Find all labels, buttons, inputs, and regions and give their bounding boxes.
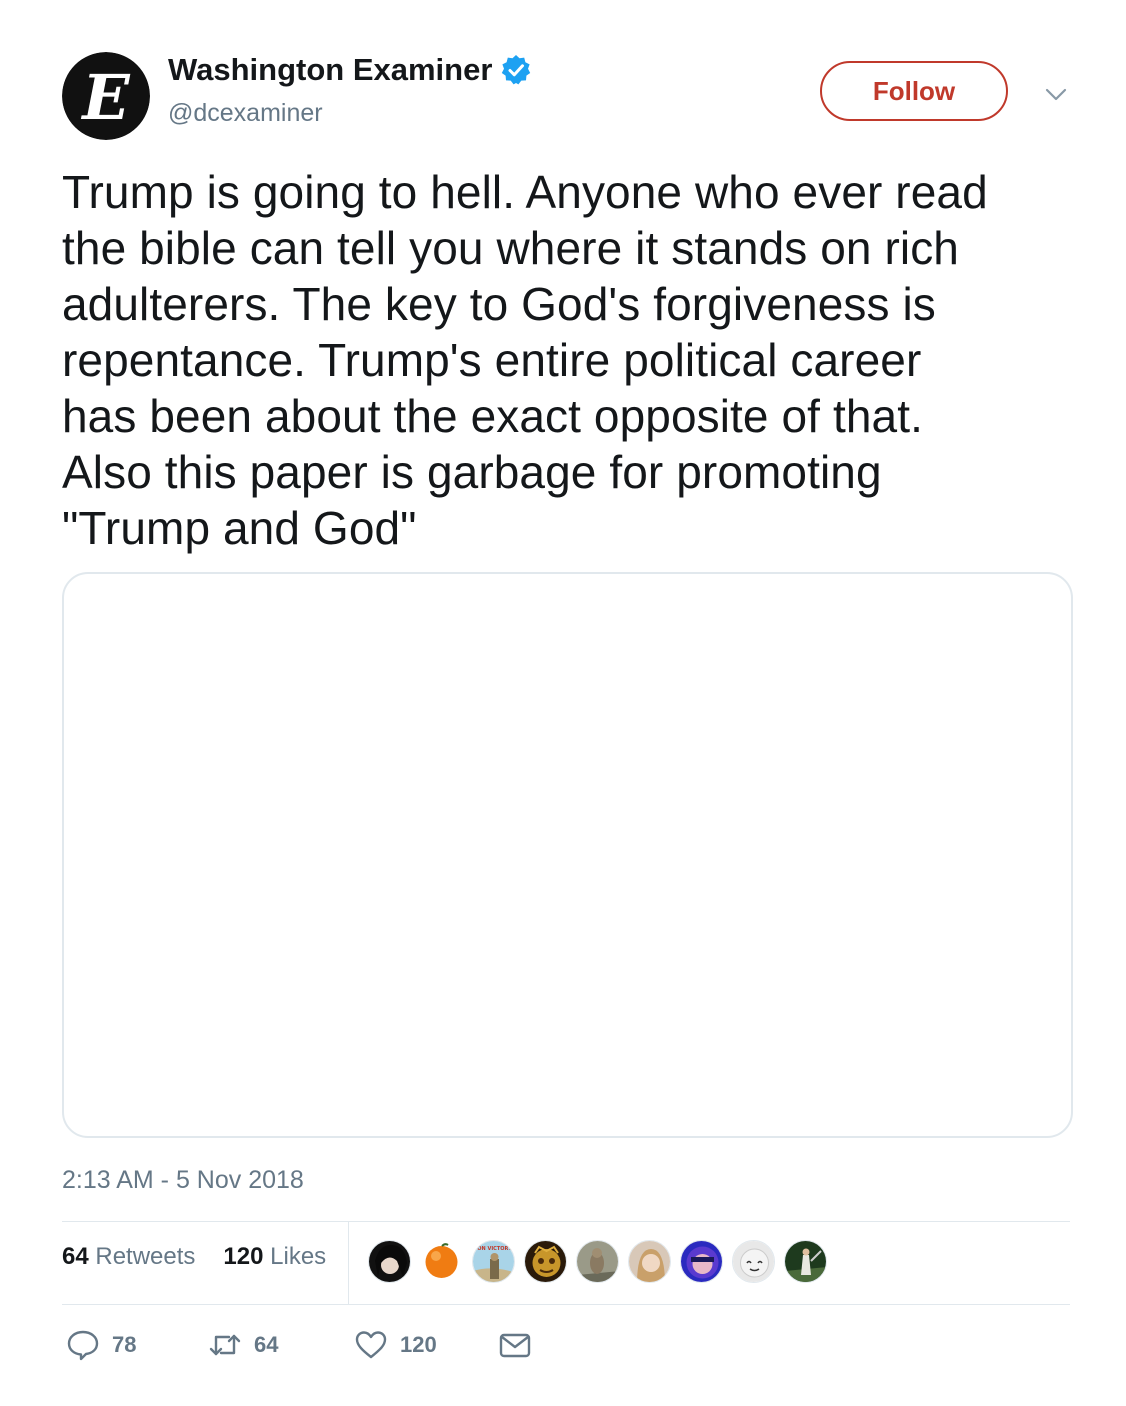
direct-message-action[interactable] xyxy=(498,1328,532,1362)
tweet-text: Trump is going to hell. Anyone who ever … xyxy=(62,166,988,554)
engagement-stats: 64 Retweets 120 Likes xyxy=(62,1243,326,1271)
avatar-letter: E xyxy=(80,61,130,134)
avatar[interactable]: E xyxy=(62,52,150,140)
handle[interactable]: @dcexaminer xyxy=(168,99,323,128)
envelope-icon xyxy=(499,1333,531,1358)
retweets-stat[interactable]: 64 Retweets xyxy=(62,1243,195,1270)
liker-avatar[interactable] xyxy=(368,1240,411,1283)
likes-label: Likes xyxy=(270,1243,327,1270)
liker-avatar[interactable] xyxy=(732,1240,775,1283)
display-name-row[interactable]: Washington Examiner xyxy=(168,52,532,88)
reply-action[interactable]: 78 xyxy=(66,1328,136,1362)
liker-avatar[interactable] xyxy=(784,1240,827,1283)
retweet-count: 64 xyxy=(254,1332,279,1357)
like-count: 120 xyxy=(400,1332,437,1357)
liker-avatar[interactable] xyxy=(524,1240,567,1283)
liker-avatar[interactable]: ON VICTORY xyxy=(472,1240,515,1283)
retweet-action[interactable]: 64 xyxy=(208,1328,278,1362)
likers-avatars: ON VICTORY xyxy=(368,1240,827,1283)
like-action[interactable]: 120 xyxy=(354,1328,437,1362)
reply-icon xyxy=(67,1330,99,1361)
media-card[interactable] xyxy=(62,572,1073,1138)
chevron-down-icon[interactable] xyxy=(1042,80,1070,108)
likes-count: 120 xyxy=(223,1243,264,1270)
liker-avatar[interactable] xyxy=(576,1240,619,1283)
display-name[interactable]: Washington Examiner xyxy=(168,52,492,88)
liker-avatar[interactable] xyxy=(628,1240,671,1283)
divider xyxy=(62,1221,1070,1222)
verified-badge-icon xyxy=(502,55,531,85)
washington-examiner-logo-icon: E xyxy=(62,52,150,140)
heart-icon xyxy=(355,1331,387,1359)
retweets-count: 64 xyxy=(62,1243,89,1270)
likes-stat[interactable]: 120 Likes xyxy=(223,1243,326,1270)
reply-count: 78 xyxy=(112,1332,137,1357)
follow-button[interactable]: Follow xyxy=(820,61,1008,121)
liker-avatar[interactable] xyxy=(680,1240,723,1283)
retweets-label: Retweets xyxy=(95,1243,196,1270)
victory-text: ON VICTORY xyxy=(477,1246,512,1252)
tweet-timestamp[interactable]: 2:13 AM - 5 Nov 2018 xyxy=(62,1166,304,1195)
stats-divider xyxy=(348,1222,349,1304)
retweet-icon xyxy=(209,1334,241,1356)
liker-avatar[interactable] xyxy=(420,1240,463,1283)
divider xyxy=(62,1304,1070,1305)
